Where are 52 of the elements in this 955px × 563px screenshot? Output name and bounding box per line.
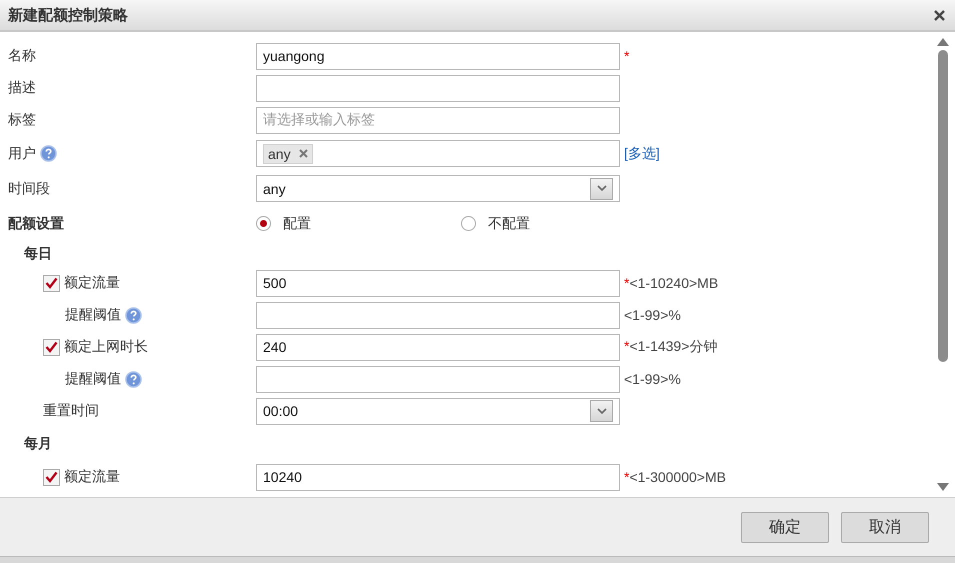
period-label: 每日 bbox=[24, 245, 52, 263]
field-label: 描述 bbox=[8, 79, 36, 97]
checkbox[interactable] bbox=[43, 338, 60, 356]
checkbox[interactable] bbox=[43, 274, 60, 292]
period-label: 每月 bbox=[24, 435, 52, 453]
dialog-title: 新建配额控制策略 bbox=[8, 6, 128, 24]
input-field[interactable] bbox=[256, 74, 620, 102]
radio-option[interactable]: 配置 bbox=[256, 214, 461, 232]
close-icon[interactable] bbox=[934, 10, 945, 20]
dialog-button[interactable]: 取消 bbox=[841, 512, 929, 542]
user-field[interactable]: any bbox=[256, 140, 620, 167]
scroll-thumb[interactable] bbox=[938, 50, 948, 362]
multi-select-link[interactable]: [多选] bbox=[624, 144, 660, 162]
select-field[interactable]: any bbox=[256, 175, 620, 202]
range-hint: * bbox=[624, 48, 630, 64]
range-hint: <1-99>% bbox=[624, 307, 681, 323]
range-hint: *<1-1439>分钟 bbox=[624, 338, 718, 356]
scroll-down-icon[interactable] bbox=[937, 483, 949, 491]
input-field[interactable]: 240 bbox=[256, 334, 620, 360]
chevron-down-icon bbox=[596, 185, 606, 192]
chevron-down-icon bbox=[596, 408, 606, 414]
dropdown-button[interactable] bbox=[590, 400, 613, 422]
range-hint: <1-99>% bbox=[624, 371, 681, 387]
field-label: 时间段 bbox=[8, 180, 50, 198]
remove-icon[interactable] bbox=[298, 149, 308, 158]
input-field[interactable]: yuangong bbox=[256, 42, 620, 70]
input-field[interactable]: 10240 bbox=[256, 464, 620, 490]
section-label: 配额设置 bbox=[8, 214, 64, 232]
field-label: 额定流量 bbox=[64, 468, 120, 486]
help-icon[interactable] bbox=[125, 306, 142, 324]
field-label: 提醒阈值 bbox=[65, 370, 121, 388]
field-label: 额定流量 bbox=[64, 274, 120, 292]
help-icon[interactable] bbox=[40, 145, 57, 162]
field-label: 标签 bbox=[8, 111, 36, 129]
field-label: 重置时间 bbox=[43, 402, 99, 420]
input-field[interactable] bbox=[256, 366, 620, 392]
input-field[interactable] bbox=[256, 302, 620, 328]
field-label: 名称 bbox=[8, 47, 36, 65]
radio-option[interactable]: 不配置 bbox=[461, 214, 666, 232]
range-hint: *<1-300000>MB bbox=[624, 469, 726, 485]
field-label: 用户 bbox=[8, 144, 36, 162]
input-field[interactable]: 500 bbox=[256, 270, 620, 296]
field-label: 额定上网时长 bbox=[64, 338, 148, 356]
field-label: 提醒阈值 bbox=[65, 306, 121, 324]
checkbox[interactable] bbox=[43, 468, 60, 486]
help-icon[interactable] bbox=[125, 370, 142, 388]
scroll-up-icon[interactable] bbox=[937, 38, 949, 46]
user-tag: any bbox=[263, 144, 313, 164]
range-hint: *<1-10240>MB bbox=[624, 275, 718, 291]
dialog-button[interactable]: 确定 bbox=[741, 512, 829, 542]
select-field[interactable]: 00:00 bbox=[256, 398, 620, 424]
dropdown-button[interactable] bbox=[590, 178, 613, 200]
